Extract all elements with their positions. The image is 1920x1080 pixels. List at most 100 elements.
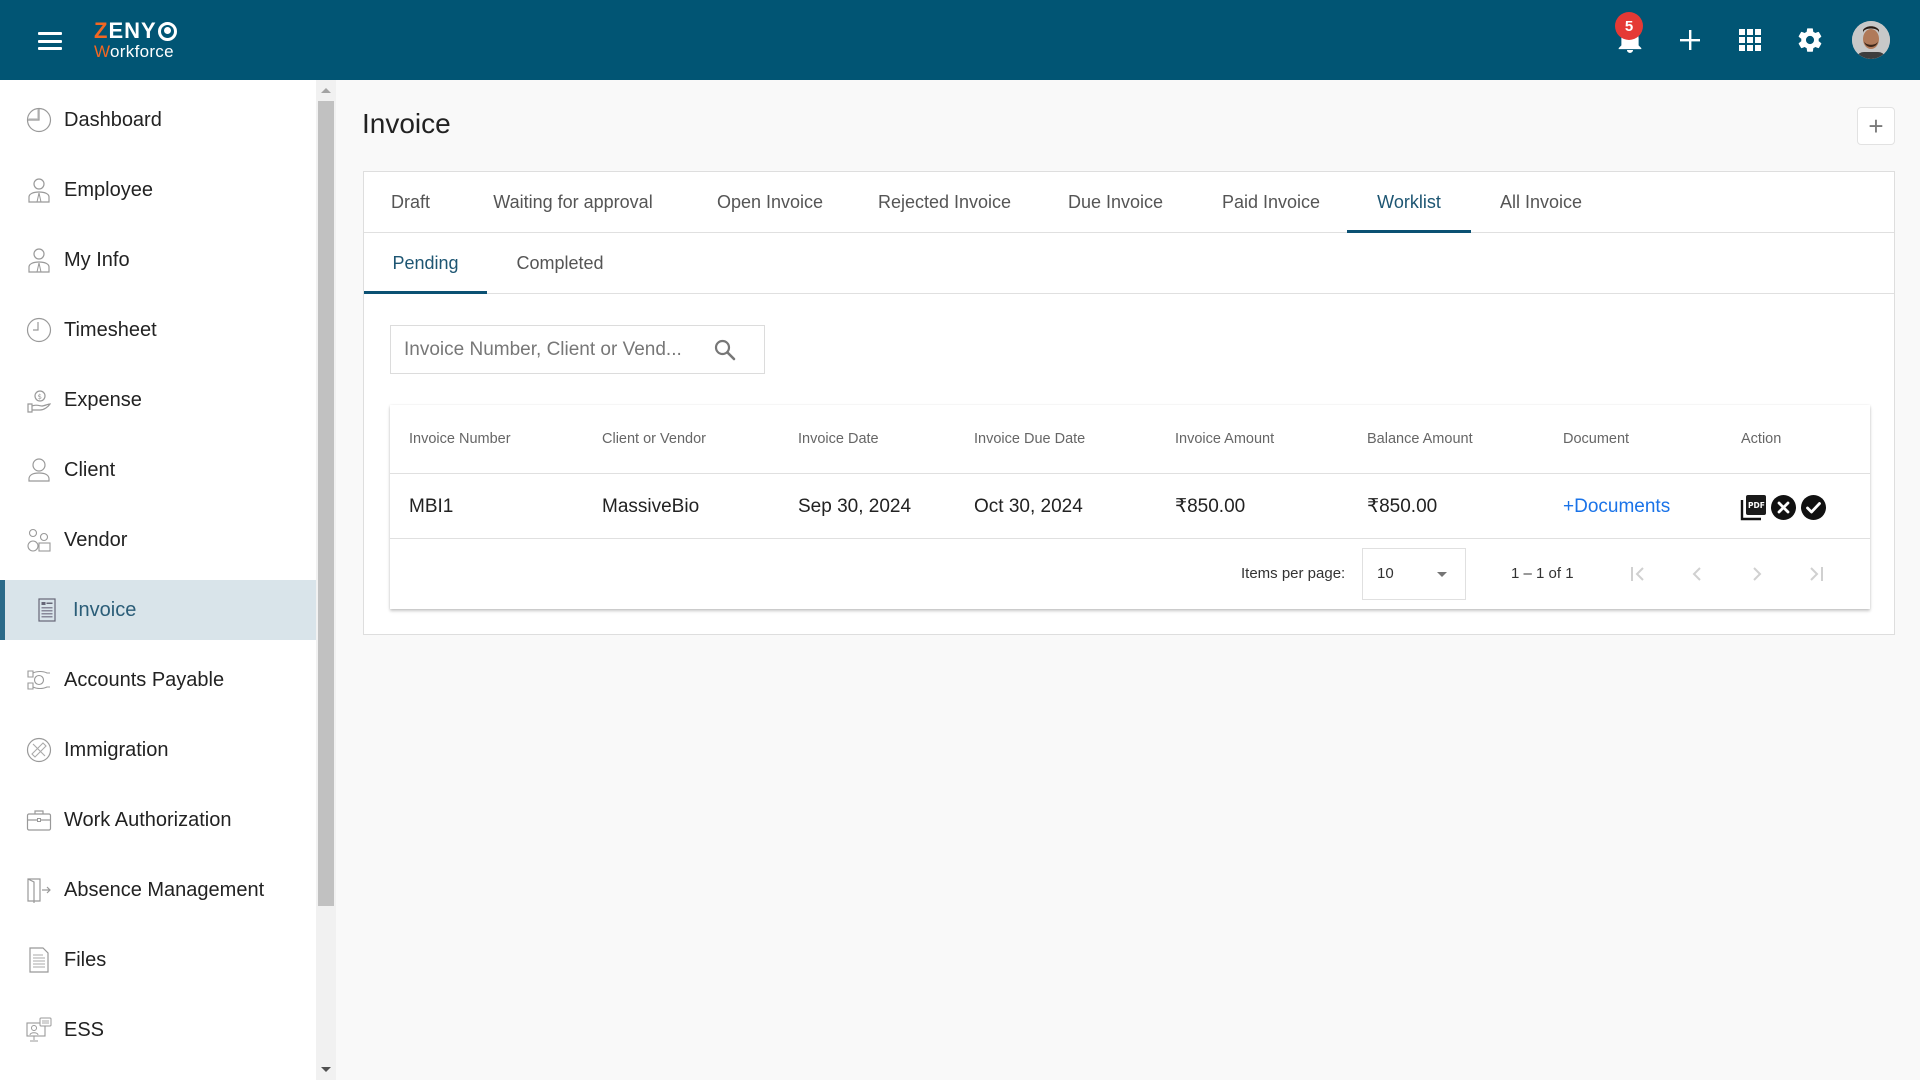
scroll-down-arrow-icon[interactable] — [321, 1067, 331, 1072]
column-header-client-or-vendor[interactable]: Client or Vendor — [602, 405, 706, 474]
apps-button[interactable] — [1732, 22, 1768, 58]
sidebar-item-label: Files — [64, 948, 107, 971]
quick-add-button[interactable] — [1672, 22, 1708, 58]
table-header-row: Invoice Number Client or Vendor Invoice … — [390, 405, 1870, 474]
column-header-action: Action — [1741, 431, 1782, 447]
page-title: Invoice — [362, 108, 451, 139]
sidebar-scrollbar[interactable] — [316, 80, 336, 1080]
reject-icon[interactable] — [1770, 494, 1797, 521]
sidebar-item-timesheet[interactable]: Timesheet — [0, 297, 316, 363]
svg-text:$: $ — [38, 393, 42, 401]
plus-icon — [1680, 30, 1700, 50]
user-avatar[interactable] — [1852, 21, 1890, 59]
tab-draft[interactable]: Draft — [364, 172, 457, 232]
tab-waiting-for-approval[interactable]: Waiting for approval — [457, 172, 689, 232]
money-hand-icon: $ — [27, 390, 52, 413]
tab-completed[interactable]: Completed — [487, 233, 633, 293]
menu-icon[interactable] — [38, 32, 62, 50]
column-header-document: Document — [1563, 431, 1630, 447]
scroll-up-arrow-icon[interactable] — [321, 88, 331, 93]
briefcase-icon — [26, 810, 52, 831]
sidebar-item-invoice[interactable]: Invoice — [0, 580, 316, 640]
cell-invoice-number: MBI1 — [409, 496, 454, 517]
sidebar-item-vendor[interactable]: Vendor — [0, 507, 316, 573]
logo-person-icon — [157, 21, 177, 41]
sidebar-nav: Dashboard Employee My Info Timesheet $ E… — [0, 80, 316, 1080]
approve-icon[interactable] — [1800, 494, 1827, 521]
zenyo-workforce-logo[interactable]: Z ENY Workforce — [94, 20, 177, 60]
invoice-search — [390, 325, 765, 374]
items-per-page-select[interactable]: 10 — [1362, 548, 1466, 600]
first-page-button[interactable] — [1623, 559, 1653, 589]
tab-rejected-invoice[interactable]: Rejected Invoice — [851, 172, 1038, 232]
clock-icon — [26, 317, 52, 343]
add-invoice-button[interactable]: + — [1857, 107, 1895, 145]
vendor-icon — [27, 528, 51, 552]
sidebar-item-label: Work Authorization — [64, 808, 232, 831]
sidebar-item-files[interactable]: Files — [0, 927, 316, 993]
svg-text:PDF: PDF — [1748, 501, 1765, 510]
column-header-invoice-due-date[interactable]: Invoice Due Date — [974, 405, 1085, 474]
sidebar-item-my-info[interactable]: My Info — [0, 227, 316, 293]
user-info-icon — [28, 248, 50, 273]
sidebar-item-label: Accounts Payable — [64, 668, 225, 691]
cell-client-or-vendor: MassiveBio — [602, 496, 700, 517]
column-header-balance-amount[interactable]: Balance Amount — [1367, 405, 1473, 474]
column-header-invoice-date[interactable]: Invoice Date — [798, 405, 879, 474]
sidebar-item-label: Dashboard — [64, 108, 162, 131]
pdf-icon[interactable]: PDF — [1740, 494, 1767, 521]
notification-count-badge: 5 — [1615, 12, 1643, 40]
chevron-left-icon — [1692, 567, 1701, 581]
chevron-right-icon — [1753, 567, 1762, 581]
sidebar-item-label: Immigration — [64, 738, 169, 761]
invoice-status-tabs: Draft Waiting for approval Open Invoice … — [364, 172, 1894, 233]
sidebar-item-label: Timesheet — [64, 318, 157, 341]
sidebar-item-client[interactable]: Client — [0, 437, 316, 503]
sidebar-item-accounts-payable[interactable]: Accounts Payable — [0, 647, 316, 713]
tab-worklist[interactable]: Worklist — [1347, 172, 1471, 233]
top-app-bar: Z ENY Workforce 5 — [0, 0, 1920, 80]
cell-invoice-amount: ₹850.00 — [1175, 496, 1246, 517]
column-header-invoice-number[interactable]: Invoice Number — [409, 405, 511, 474]
cell-invoice-date: Sep 30, 2024 — [798, 496, 912, 517]
sidebar-item-employee[interactable]: Employee — [0, 157, 316, 223]
sidebar-item-absence-management[interactable]: Absence Management — [0, 857, 316, 923]
sidebar-item-expense[interactable]: $ Expense — [0, 367, 316, 433]
settings-button[interactable] — [1792, 22, 1828, 58]
invoice-icon — [38, 598, 56, 622]
last-page-button[interactable] — [1801, 559, 1831, 589]
sidebar-item-label: Absence Management — [64, 878, 265, 901]
tab-paid-invoice[interactable]: Paid Invoice — [1193, 172, 1349, 232]
invoice-table: Invoice Number Client or Vendor Invoice … — [390, 405, 1870, 609]
sidebar-item-ess[interactable]: ESS — [0, 997, 316, 1063]
tab-all-invoice[interactable]: All Invoice — [1471, 172, 1611, 232]
user-photo-icon — [1852, 21, 1890, 59]
sidebar-item-label: ESS — [64, 1018, 105, 1041]
tab-due-invoice[interactable]: Due Invoice — [1038, 172, 1193, 232]
tab-pending[interactable]: Pending — [364, 233, 487, 294]
table-row: MBI1 MassiveBio Sep 30, 2024 Oct 30, 202… — [390, 474, 1870, 539]
sidebar-item-label: Invoice — [73, 598, 137, 621]
scrollbar-thumb[interactable] — [318, 101, 334, 906]
tab-open-invoice[interactable]: Open Invoice — [689, 172, 851, 232]
sidebar-item-work-authorization[interactable]: Work Authorization — [0, 787, 316, 853]
column-header-invoice-amount[interactable]: Invoice Amount — [1175, 405, 1274, 474]
sidebar-item-dashboard[interactable]: Dashboard — [0, 87, 316, 153]
paginator: Items per page: 10 1 – 1 of 1 — [390, 539, 1870, 609]
sidebar-item-label: Expense — [64, 388, 142, 411]
page-range-label: 1 – 1 of 1 — [1511, 565, 1574, 582]
previous-page-button[interactable] — [1682, 559, 1712, 589]
plus-icon: + — [1868, 110, 1884, 141]
sidebar-item-label: Employee — [64, 178, 153, 201]
apps-grid-icon — [1739, 29, 1761, 51]
search-input[interactable] — [404, 326, 704, 373]
sidebar-item-label: Client — [64, 458, 116, 481]
add-documents-link[interactable]: +Documents — [1563, 474, 1670, 539]
items-per-page-value: 10 — [1377, 565, 1394, 582]
sidebar-item-immigration[interactable]: Immigration — [0, 717, 316, 783]
worklist-subtabs: Pending Completed — [364, 233, 1894, 294]
next-page-button[interactable] — [1742, 559, 1772, 589]
pie-chart-icon — [26, 107, 52, 133]
search-icon[interactable] — [713, 338, 737, 362]
sidebar-item-label: Vendor — [64, 528, 128, 551]
